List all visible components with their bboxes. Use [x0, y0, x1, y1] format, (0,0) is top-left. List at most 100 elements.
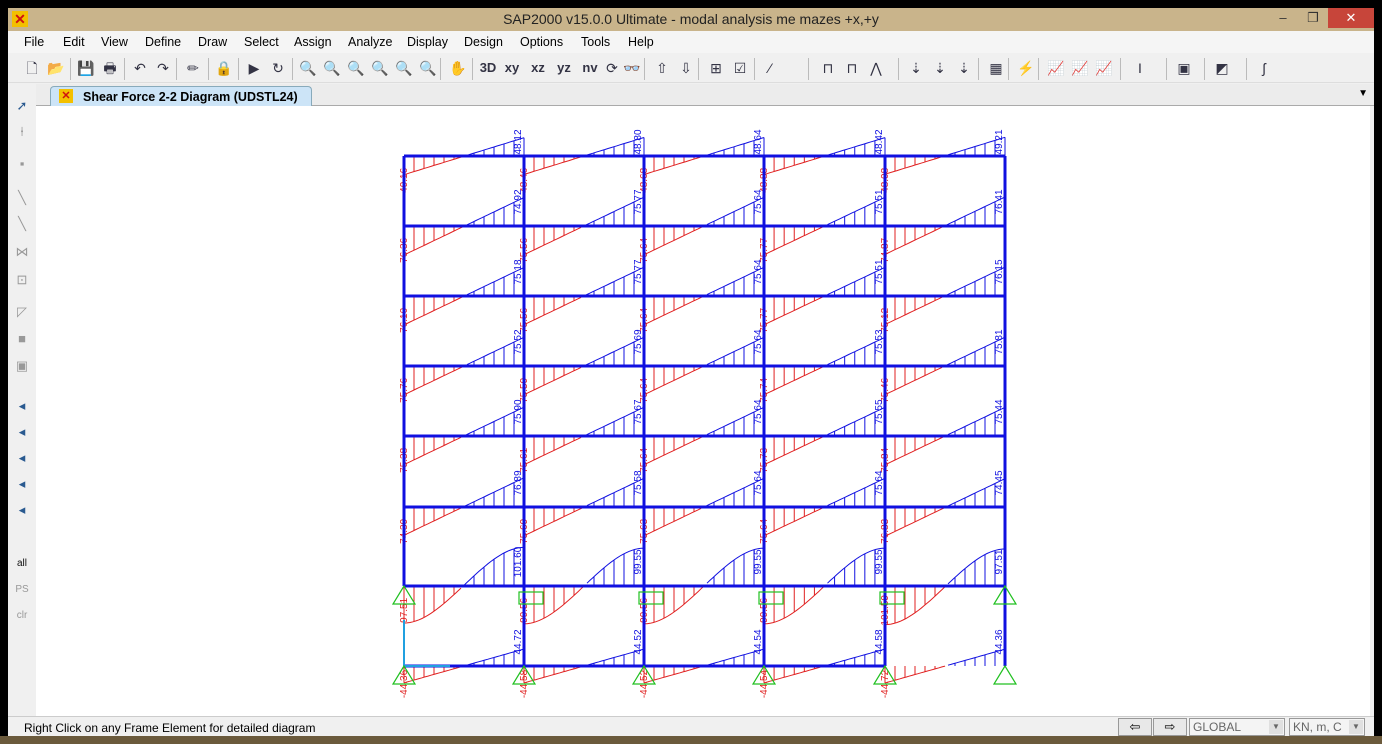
- draw-frame-icon[interactable]: ╲: [12, 188, 32, 208]
- frame-loads-icon[interactable]: ⇣: [930, 58, 950, 78]
- checkbox-icon[interactable]: ☑: [730, 58, 750, 78]
- zoom-window-icon[interactable]: 🔍: [298, 58, 318, 78]
- negative-shear-curve: [884, 366, 943, 396]
- menu-draw[interactable]: Draw: [198, 35, 227, 49]
- pointer-icon[interactable]: ➚: [12, 96, 32, 116]
- view-3d-button[interactable]: 3D: [478, 58, 498, 78]
- poly-area-icon[interactable]: ◸: [12, 302, 32, 322]
- select-clr-button[interactable]: clr: [12, 606, 32, 626]
- view-xy-button[interactable]: xy: [502, 58, 522, 78]
- tab-shear-force-diagram[interactable]: ✕ Shear Force 2-2 Diagram (UDSTL24): [50, 86, 312, 107]
- menu-help[interactable]: Help: [628, 35, 654, 49]
- up-arrow-icon[interactable]: ⇧: [652, 58, 672, 78]
- quick-area-icon[interactable]: ▣: [12, 356, 32, 376]
- down-arrow-icon[interactable]: ⇩: [676, 58, 696, 78]
- joint-icon[interactable]: ▪: [12, 154, 32, 174]
- graph3-icon[interactable]: 📈: [1094, 58, 1114, 78]
- glasses-icon[interactable]: 👓: [622, 58, 642, 78]
- menu-analyze[interactable]: Analyze: [348, 35, 392, 49]
- right-end-shear-label: 74.45: [994, 470, 1005, 495]
- snap-points-icon[interactable]: ◂: [12, 396, 32, 416]
- snap-intersections-icon[interactable]: ◂: [12, 448, 32, 468]
- tab-label: Shear Force 2-2 Diagram (UDSTL24): [83, 90, 298, 104]
- save-icon[interactable]: 💾: [76, 58, 96, 78]
- menu-options[interactable]: Options: [520, 35, 563, 49]
- undo-icon[interactable]: ↶: [130, 58, 150, 78]
- print-icon[interactable]: 🖶: [100, 58, 120, 78]
- steel-section-icon[interactable]: ◩: [1212, 58, 1232, 78]
- table-icon[interactable]: ▦: [986, 58, 1006, 78]
- joint-loads-icon[interactable]: ⇣: [906, 58, 926, 78]
- left-toolbar: ➚ ⍿ ▪ ╲ ╲ ⋈ ⊡ ◸ ■ ▣ ◂ ◂ ◂ ◂ ◂ all PS clr: [8, 84, 36, 716]
- zoom-out-icon[interactable]: 🔍: [394, 58, 414, 78]
- tab-strip: ✕ Shear Force 2-2 Diagram (UDSTL24) ▼: [36, 84, 1374, 107]
- view-xz-button[interactable]: xz: [528, 58, 548, 78]
- previous-arrow-button[interactable]: ⇦: [1118, 718, 1152, 736]
- frame-dropdown-icon[interactable]: ⋀: [866, 58, 886, 78]
- tab-dropdown-icon[interactable]: ▼: [1358, 88, 1368, 99]
- beam-shear-diagram: -75.6375.64: [639, 470, 765, 547]
- menu-assign[interactable]: Assign: [294, 35, 332, 49]
- zoom-icon[interactable]: 🔍: [322, 58, 342, 78]
- new-file-icon[interactable]: 🗋: [22, 58, 42, 78]
- view-yz-button[interactable]: yz: [554, 58, 574, 78]
- snap-lines-icon[interactable]: ◂: [12, 500, 32, 520]
- select-all-button[interactable]: all: [12, 554, 32, 574]
- menu-file[interactable]: File: [24, 35, 44, 49]
- coord-system-select[interactable]: GLOBAL ▼: [1189, 718, 1285, 736]
- graph2-icon[interactable]: 📈: [1070, 58, 1090, 78]
- menu-view[interactable]: View: [101, 35, 128, 49]
- open-file-icon[interactable]: 📂: [46, 58, 66, 78]
- sap2000-tab-icon: ✕: [59, 89, 73, 103]
- restore-view-icon[interactable]: ⊞: [706, 58, 726, 78]
- lock-icon[interactable]: 🔒: [214, 58, 234, 78]
- run-icon[interactable]: ↻: [268, 58, 288, 78]
- rect-area-icon[interactable]: ■: [12, 329, 32, 349]
- i-beam-icon[interactable]: I: [1130, 58, 1150, 78]
- snap-perpendicular-icon[interactable]: ◂: [12, 474, 32, 494]
- shear-force-diagram[interactable]: -49.1648.12-48.4648.80-48.6848.64-48.884…: [36, 106, 1370, 716]
- run-analysis-icon[interactable]: ▶: [244, 58, 264, 78]
- snap-ends-icon[interactable]: ◂: [12, 422, 32, 442]
- menu-tools[interactable]: Tools: [581, 35, 610, 49]
- zoom-previous-icon[interactable]: 🔍: [346, 58, 366, 78]
- function-icon[interactable]: ʃ: [1254, 58, 1274, 78]
- section-icon[interactable]: ▣: [1174, 58, 1194, 78]
- zoom-fit-icon[interactable]: 🔍: [418, 58, 438, 78]
- area-loads-icon[interactable]: ⇣: [954, 58, 974, 78]
- menu-design[interactable]: Design: [464, 35, 503, 49]
- minimize-button[interactable]: –: [1268, 8, 1298, 28]
- lightning-icon[interactable]: ⚡: [1016, 58, 1036, 78]
- beam-shear-diagram: -75.7675.52: [399, 329, 525, 406]
- zoom-in-icon[interactable]: 🔍: [370, 58, 390, 78]
- restore-button[interactable]: ❐: [1298, 8, 1328, 28]
- toolbar-separator: [898, 58, 899, 80]
- select-ps-button[interactable]: PS: [12, 580, 32, 600]
- frame-section-icon[interactable]: ⊓: [842, 58, 862, 78]
- link-icon[interactable]: ⋈: [12, 242, 32, 262]
- draw-cable-icon[interactable]: ╲: [12, 214, 32, 234]
- menu-edit[interactable]: Edit: [63, 35, 85, 49]
- view-nv-button[interactable]: nv: [580, 58, 600, 78]
- reshape-icon[interactable]: ⍿: [12, 122, 32, 142]
- frame-icon[interactable]: ⊓: [818, 58, 838, 78]
- right-end-shear-label: 75.77: [633, 189, 644, 214]
- toolbar-separator: [1038, 58, 1039, 80]
- pencil-icon[interactable]: ✏: [183, 58, 203, 78]
- toolbar-separator: [698, 58, 699, 80]
- menu-display[interactable]: Display: [407, 35, 448, 49]
- beam-shear-diagram: -75.5975.69: [519, 329, 645, 406]
- close-button[interactable]: ✕: [1328, 8, 1374, 28]
- units-select[interactable]: KN, m, C ▼: [1289, 718, 1365, 736]
- menu-define[interactable]: Define: [145, 35, 181, 49]
- graph-icon[interactable]: 📈: [1046, 58, 1066, 78]
- next-arrow-button[interactable]: ⇨: [1153, 718, 1187, 736]
- rotate-icon[interactable]: ⟳: [602, 58, 622, 78]
- snap-icon[interactable]: ⁄: [760, 58, 780, 78]
- section-cut-icon[interactable]: ⊡: [12, 270, 32, 290]
- redo-icon[interactable]: ↷: [153, 58, 173, 78]
- menu-select[interactable]: Select: [244, 35, 279, 49]
- negative-shear-curve: [643, 507, 702, 537]
- pan-icon[interactable]: ✋: [448, 58, 468, 78]
- drawing-canvas[interactable]: -49.1648.12-48.4648.80-48.6848.64-48.884…: [36, 106, 1370, 716]
